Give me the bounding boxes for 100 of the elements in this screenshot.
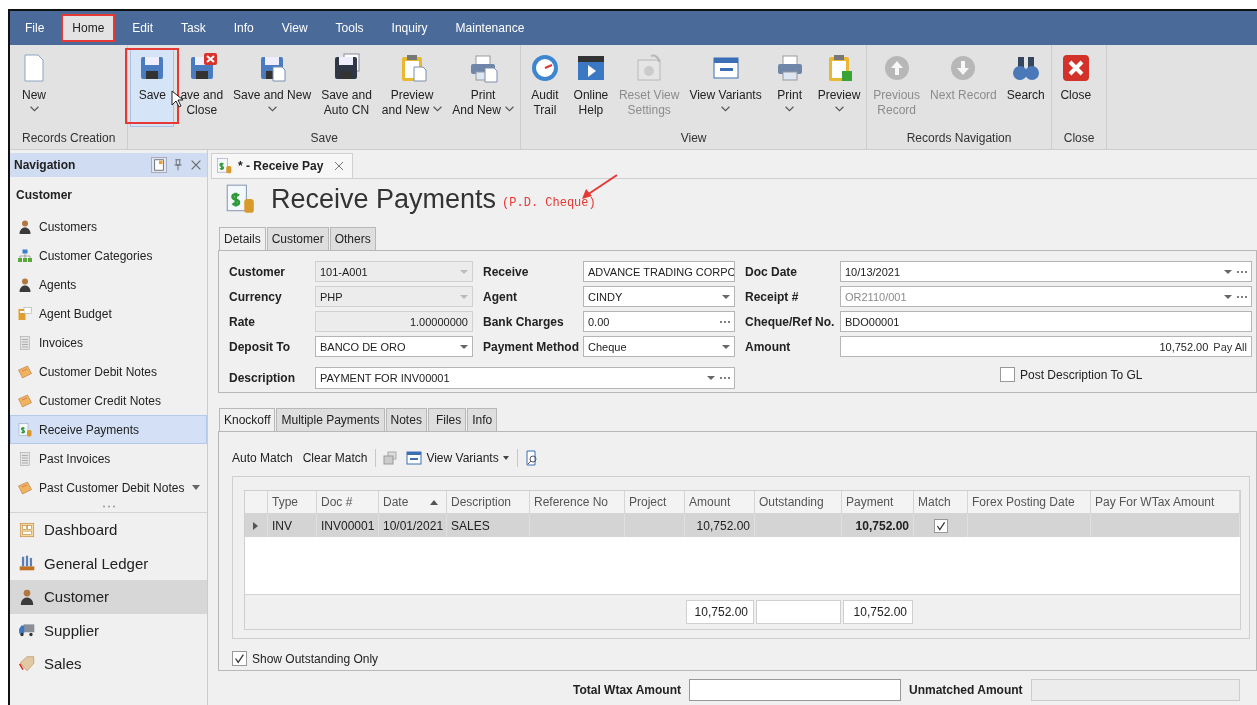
chevron-down-icon[interactable] [192,485,200,490]
ribbon-button[interactable]: Close [1053,49,1098,127]
column-header[interactable]: Amount [685,491,755,513]
sidebar-item[interactable]: Invoices [10,328,207,357]
module-item[interactable]: Customer [10,580,207,614]
tab[interactable]: Others [329,227,376,250]
view-variants-button[interactable]: View Variants [404,450,511,466]
input-field[interactable]: BANCO DE ORO [315,336,473,357]
sidebar-item[interactable]: Agents [10,270,207,299]
column-header[interactable]: Pay For WTax Amount [1091,491,1240,513]
input-field[interactable] [689,679,901,701]
input-field[interactable]: 10,752.00 Pay All [840,336,1252,357]
menu-tab[interactable]: Info [222,14,265,42]
tab[interactable]: Files [427,408,467,431]
module-item[interactable]: General Ledger [10,546,207,580]
dropdown-arrow-icon[interactable] [1224,294,1232,299]
input-field[interactable]: Cheque [583,336,735,357]
dropdown-arrow-icon[interactable] [460,344,468,349]
input-field[interactable]: 10/13/2021 [840,261,1252,282]
menu-tab[interactable]: File [14,14,56,42]
toolbar-button[interactable]: Auto Match [230,451,295,465]
menu-tab[interactable]: Tools [324,14,375,42]
ribbon-group-label: Close [1062,131,1096,147]
field-label: Unmatched Amount [909,683,1023,697]
module-item[interactable]: Supplier [10,613,207,647]
column-header[interactable]: Forex Posting Date [968,491,1091,513]
ribbon-button[interactable]: Audit Trail [522,49,567,127]
tab[interactable]: Knockoff [219,408,276,431]
ellipsis-icon[interactable] [1237,295,1247,298]
module-item[interactable]: Dashboard [10,513,207,547]
menu-tab[interactable]: Maintenance [444,14,536,42]
tab[interactable]: Multiple Payments [276,408,385,431]
search-icon[interactable] [523,450,540,466]
sidebar-item[interactable]: Past Customer Debit Notes [10,473,207,502]
dock-icon[interactable] [151,157,167,173]
tab[interactable]: Customer [266,227,329,250]
column-header[interactable]: Project [625,491,685,513]
checkbox-label: Show Outstanding Only [252,651,379,666]
sidebar-item[interactable]: Receive Payments [10,415,207,444]
tab[interactable]: Details [219,227,266,250]
ribbon-button[interactable]: ave and Close [176,49,228,127]
column-header[interactable]: Reference No [530,491,625,513]
ribbon-button[interactable]: Save and New [229,49,316,127]
ribbon-button[interactable]: New [12,49,56,127]
sidebar-item[interactable]: Customer Debit Notes [10,357,207,386]
checkbox[interactable] [933,518,948,533]
module-icon [18,587,36,606]
menu-tab[interactable]: Task [170,14,217,42]
sidebar-item[interactable]: Agent Budget [10,299,207,328]
input-field[interactable]: BDO00001 [840,311,1252,332]
caret-icon [29,106,39,112]
close-icon[interactable] [189,158,203,172]
ribbon-button[interactable]: Print [767,49,812,127]
column-header[interactable]: Type [268,491,317,513]
menu-tab[interactable]: Home [61,14,116,42]
toolbar-button[interactable]: Clear Match [300,451,370,465]
ribbon-button[interactable]: Preview [813,49,865,127]
input-field[interactable]: OR2110/001 [840,286,1252,307]
ellipsis-icon[interactable] [720,320,730,323]
checkbox[interactable] [1000,367,1015,382]
sidebar-item-icon [17,305,33,322]
dropdown-arrow-icon[interactable] [707,375,715,380]
ellipsis-icon[interactable] [1237,270,1247,273]
sidebar-item[interactable]: Customer Credit Notes [10,386,207,415]
document-tab[interactable]: * - Receive Pay [211,153,354,178]
checkbox[interactable] [232,651,247,666]
sidebar-item[interactable]: Past Invoices [10,444,207,473]
input-field[interactable]: 0.00 [583,311,735,332]
sidebar-item[interactable]: Customer Categories [10,241,207,270]
menu-tab[interactable]: Edit [121,14,165,42]
menu-tab[interactable]: View [270,14,319,42]
menu-tab[interactable]: Inquiry [380,14,439,42]
tab[interactable]: Info [467,408,498,431]
input-field[interactable]: CINDY [583,286,735,307]
module-item[interactable]: Sales [10,647,207,681]
table-row[interactable]: INV INV00001 10/01/2021 SALES 10,752.00 10,752.00 [245,514,1240,537]
column-header[interactable]: Date [379,491,447,513]
column-header[interactable]: Match [914,491,968,513]
dropdown-arrow-icon[interactable] [722,294,730,299]
table-cell: INV [272,518,292,533]
ribbon-button[interactable]: Preview and New [377,49,447,127]
ribbon-button[interactable]: View Variants [685,49,766,127]
ellipsis-icon[interactable] [720,376,730,379]
input-field[interactable]: PAYMENT FOR INV00001 [315,366,735,389]
column-header[interactable]: Payment [842,491,914,513]
dropdown-arrow-icon[interactable] [1224,269,1232,274]
close-icon[interactable] [334,161,345,171]
ribbon-button[interactable]: Search [1002,49,1049,127]
payment-doc-icon [215,157,233,175]
column-header[interactable]: Doc # [317,491,379,513]
column-header[interactable]: Outstanding [755,491,842,513]
ribbon-button[interactable]: Print And New [448,49,518,127]
sidebar-item[interactable]: Customers [10,212,207,241]
tab[interactable]: Notes [385,408,427,431]
ribbon-button[interactable]: Save and Auto CN [317,49,376,127]
dropdown-arrow-icon[interactable] [722,344,730,349]
ribbon-group-label: Records Navigation [905,131,1013,147]
column-header[interactable]: Description [447,491,530,513]
splitter-grip-icon[interactable] [101,505,116,508]
ribbon-button[interactable]: Online Help [568,49,613,127]
